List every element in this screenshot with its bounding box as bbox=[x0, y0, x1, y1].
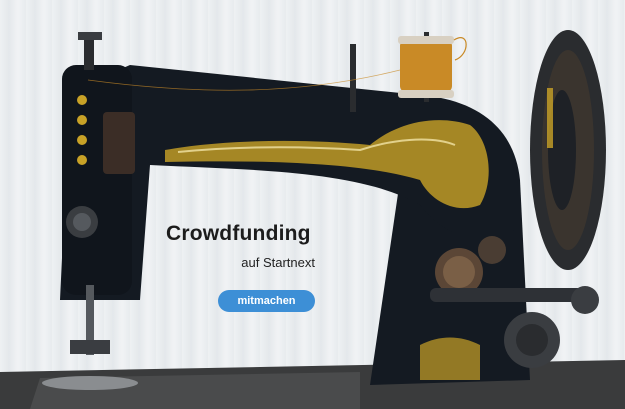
mitmachen-button[interactable]: mitmachen bbox=[218, 290, 315, 312]
hero-banner: Crowdfunding auf Startnext mitmachen bbox=[0, 0, 625, 409]
machine-head bbox=[62, 65, 132, 295]
sewing-machine-illustration bbox=[0, 30, 625, 409]
thread-spool bbox=[400, 40, 452, 92]
subheadline: auf Startnext bbox=[241, 255, 315, 270]
presser-foot bbox=[70, 340, 110, 354]
headline: Crowdfunding bbox=[166, 222, 311, 245]
